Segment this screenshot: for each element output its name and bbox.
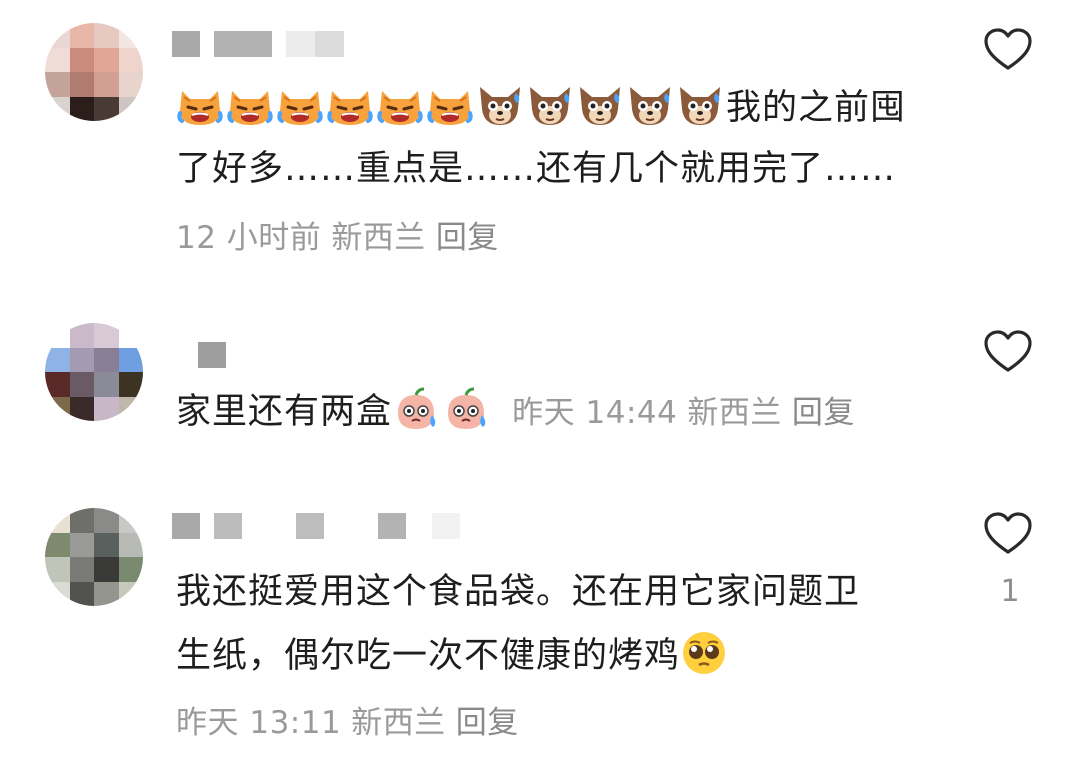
crying-cat-emoji [226,81,274,129]
crying-cat-emoji [276,81,324,129]
sweating-dog-emoji [526,81,574,129]
comment-text-line1: 我的之前囤 [726,88,907,128]
avatar[interactable] [45,323,143,421]
like-heart-icon[interactable] [984,512,1032,556]
crying-cat-emoji [176,81,224,129]
comment-text-line2: 生纸，偶尔吃一次不健康的烤鸡 [176,636,681,676]
avatar[interactable] [45,508,143,606]
crying-cat-emoji [426,81,474,129]
comment-text-line2: 了好多……重点是……还有几个就用完了…… [176,149,897,189]
sweating-peach-emoji [442,385,490,433]
crying-cat-emoji [326,81,374,129]
sweating-dog-emoji [626,81,674,129]
crying-cat-emoji [376,81,424,129]
username-redacted[interactable] [172,513,474,539]
like-heart-icon[interactable] [984,330,1032,374]
sweating-dog-emoji [676,81,724,129]
comment-meta: 昨天 14:44 新西兰 回复 [512,395,865,431]
pleading-face-emoji [680,629,728,677]
comment-text-line1: 我还挺爱用这个食品袋。还在用它家问题卫 [176,572,861,612]
comment-location: 新西兰 [331,220,426,256]
comment-time: 昨天 13:11 [176,705,342,741]
comment-location: 新西兰 [351,705,446,741]
reply-button[interactable]: 回复 [436,220,499,256]
comment-time: 昨天 14:44 [512,395,678,431]
comment-meta: 12 小时前 新西兰 回复 [176,212,509,257]
username-redacted[interactable] [172,342,240,368]
emoji-group [392,392,492,432]
username-redacted[interactable] [172,31,358,57]
comment-meta: 昨天 13:11 新西兰 回复 [176,697,529,742]
reply-button[interactable]: 回复 [456,705,519,741]
sweating-peach-emoji [392,385,440,433]
emoji-group [680,636,730,676]
comment-time: 12 小时前 [176,220,322,256]
sweating-dog-emoji [476,81,524,129]
like-count: 1 [1000,574,1020,609]
comment-text-body: 家里还有两盒 [176,392,393,432]
comment-location: 新西兰 [687,395,782,431]
comment-text: 家里还有两盒 昨天 14:44 新西兰 回复 [176,376,865,449]
reply-button[interactable]: 回复 [792,395,855,431]
avatar[interactable] [45,23,143,121]
comment-text: 生纸，偶尔吃一次不健康的烤鸡 [176,620,730,692]
emoji-group [176,88,726,128]
sweating-dog-emoji [576,81,624,129]
like-heart-icon[interactable] [984,28,1032,72]
